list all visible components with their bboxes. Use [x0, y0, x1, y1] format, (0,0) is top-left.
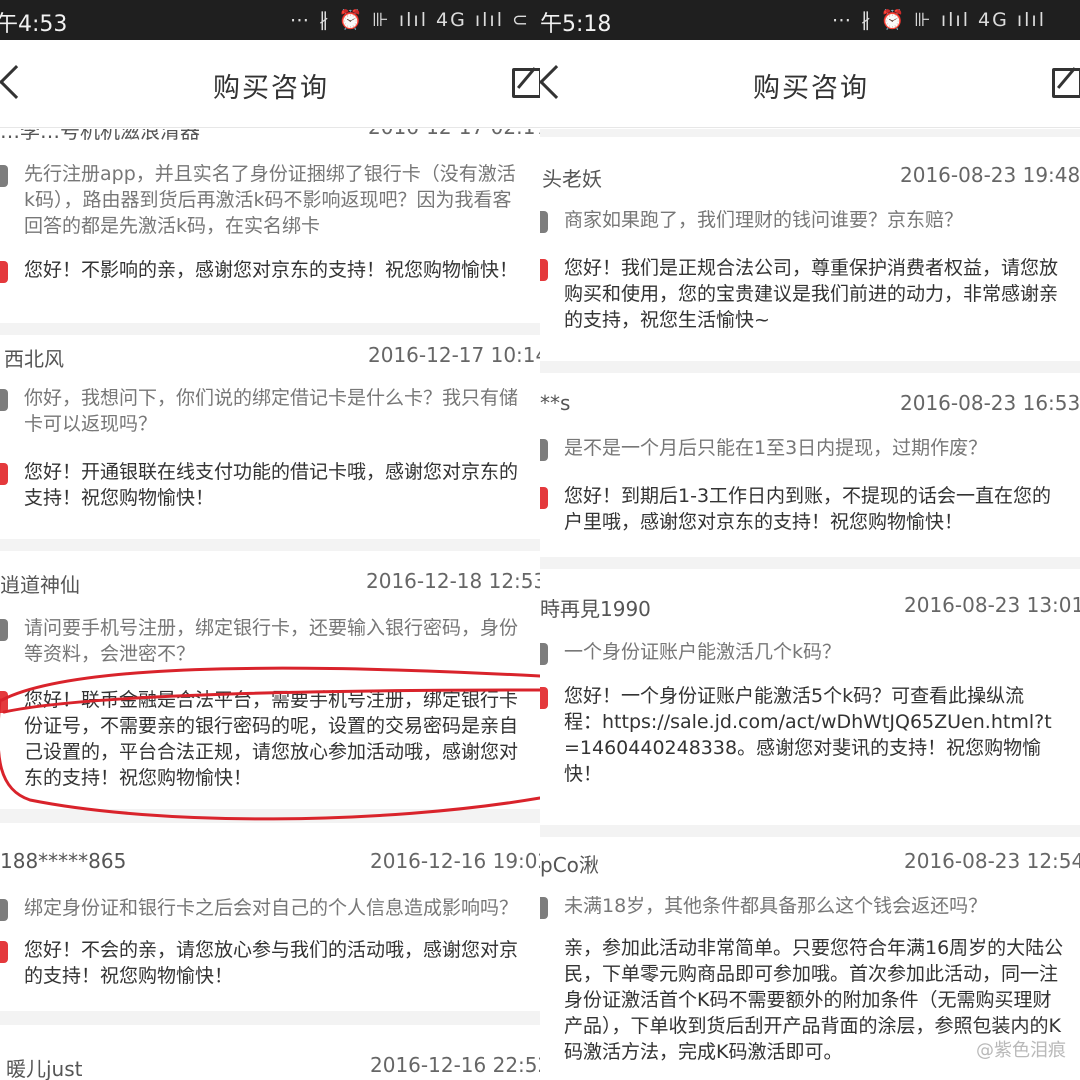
question-text: 先行注册app，并且实名了身份证捆绑了银行卡（没有激活 k码），路由器到货后再激…: [24, 163, 516, 237]
status-icons: ⋯ ∦ ⏰ ⊪ ılıl 4G ılıl ⊂: [290, 9, 530, 31]
entry-user: 头老妖: [542, 167, 602, 191]
entry-user: 暖儿just: [6, 1057, 83, 1080]
entry-date: 2016-08-23 12:54:: [904, 849, 1080, 873]
answer-text: 您好！联币金融是合法平台，需要手机号注册，绑定银行卡 份证号，不需要亲的银行密码…: [24, 689, 519, 789]
status-bar: 午5:18 ⋯ ∦ ⏰ ⊪ ılıl 4G ılıl: [540, 0, 1080, 40]
entry-date: 2016-12-17 02:17:: [368, 129, 540, 139]
question-text: 绑定身份证和银行卡之后会对自己的个人信息造成影响吗？: [24, 897, 519, 919]
status-time: 午4:53: [0, 12, 68, 37]
watermark: @紫色泪痕: [976, 1040, 1066, 1061]
entry-date: 2016-12-18 12:53:: [366, 569, 540, 593]
question-text: 未满18岁，其他条件都具备那么这个钱会返还吗？: [564, 895, 988, 917]
status-bar: 午4:53 ⋯ ∦ ⏰ ⊪ ılıl 4G ılıl ⊂: [0, 0, 540, 40]
page-title: 购买咨询: [753, 73, 869, 104]
list-item[interactable]: 時再見1990 2016-08-23 13:01: 一个身份证账户能激活几个k码…: [540, 569, 1080, 825]
question-icon: [0, 619, 8, 641]
answer-text: 您好！到期后1-3工作日内到账，不提现的话会一直在您的 户里哦，感谢您对京东的支…: [564, 485, 1052, 533]
question-icon: [0, 899, 8, 921]
screen-left: 午4:53 ⋯ ∦ ⏰ ⊪ ılıl 4G ılıl ⊂ 购买咨询 …李…号机机…: [0, 0, 540, 1080]
question-icon: [540, 211, 548, 233]
list-item[interactable]: 暖儿just 2016-12-16 22:52:: [0, 1025, 540, 1080]
answer-text: 您好！我们是正规合法公司，尊重保护消费者权益，请您放 购买和使用，您的宝贵建议是…: [564, 257, 1059, 331]
question-text: 商家如果跑了，我们理财的钱问谁要？京东赔？: [564, 209, 964, 231]
answer-icon: [540, 687, 548, 709]
list-item: …李…号机机滋浪清器 2016-12-17 02:17:: [0, 129, 540, 151]
answer-icon: [540, 259, 548, 281]
question-icon: [0, 165, 8, 187]
question-text: 一个身份证账户能激活几个k码？: [564, 641, 842, 663]
answer-text: 您好！开通银联在线支付功能的借记卡哦，感谢您对京东的 支持！祝您购物愉快！: [24, 461, 519, 509]
list-item[interactable]: **s 2016-08-23 16:53: 是不是一个月后只能在1至3日内提现，…: [540, 373, 1080, 557]
answer-icon: [0, 261, 8, 283]
entry-date: 2016-12-16 19:02:: [370, 849, 540, 873]
nav-bar: 购买咨询: [0, 40, 540, 128]
consultation-list[interactable]: 头老妖 2016-08-23 19:48: 商家如果跑了，我们理财的钱问谁要？京…: [540, 129, 1080, 1080]
answer-text: 您好！不影响的亲，感谢您对京东的支持！祝您购物愉快！: [24, 259, 519, 281]
entry-date: 2016-08-23 19:48:: [900, 163, 1080, 187]
entry-user: pCo湫: [540, 853, 599, 877]
answer-icon: [0, 691, 8, 713]
entry-user: 逍道神仙: [0, 573, 80, 597]
back-icon[interactable]: [0, 65, 33, 99]
consultation-list[interactable]: …李…号机机滋浪清器 2016-12-17 02:17: 先行注册app，并且实…: [0, 129, 540, 1080]
question-text: 你好，我想问下，你们说的绑定借记卡是什么卡？我只有储 卡可以返现吗？: [24, 387, 519, 435]
edit-icon[interactable]: [1052, 68, 1080, 98]
question-icon: [0, 389, 8, 411]
list-item[interactable]: 西北风 2016-12-17 10:14: 你好，我想问下，你们说的绑定借记卡是…: [0, 335, 540, 539]
entry-date: 2016-12-17 10:14:: [368, 343, 540, 367]
back-icon[interactable]: [540, 65, 573, 99]
nav-bar: 购买咨询: [540, 40, 1080, 128]
entry-date: 2016-08-23 16:53:: [900, 391, 1080, 415]
answer-text: 您好！不会的亲，请您放心参与我们的活动哦，感谢您对京 的支持！祝您购物愉快！: [24, 939, 519, 987]
list-item[interactable]: 头老妖 2016-08-23 19:48: 商家如果跑了，我们理财的钱问谁要？京…: [540, 137, 1080, 361]
entry-user: 時再見1990: [540, 597, 651, 621]
entry-user: **s: [540, 391, 571, 415]
page-title: 购买咨询: [213, 73, 329, 104]
question-text: 请问要手机号注册，绑定银行卡，还要输入银行密码，身份 等资料，会泄密不？: [24, 617, 519, 665]
status-icons: ⋯ ∦ ⏰ ⊪ ılıl 4G ılıl: [832, 9, 1046, 31]
status-time: 午5:18: [540, 12, 612, 37]
entry-user: …李…号机机滋浪清器: [0, 129, 200, 143]
entry-date: 2016-12-16 22:52:: [370, 1053, 540, 1077]
entry-user: 188*****865: [0, 849, 127, 873]
answer-icon: [0, 463, 8, 485]
list-item[interactable]: 先行注册app，并且实名了身份证捆绑了银行卡（没有激活 k码），路由器到货后再激…: [0, 151, 540, 323]
entry-user: 西北风: [4, 347, 64, 371]
answer-icon: [0, 941, 8, 963]
question-icon: [540, 897, 548, 919]
answer-icon: [540, 487, 548, 509]
list-item[interactable]: 188*****865 2016-12-16 19:02: 绑定身份证和银行卡之…: [0, 823, 540, 1011]
screen-right: 午5:18 ⋯ ∦ ⏰ ⊪ ılıl 4G ılıl 购买咨询 头老妖 2016…: [540, 0, 1080, 1080]
edit-icon[interactable]: [512, 68, 540, 98]
list-item[interactable]: 逍道神仙 2016-12-18 12:53: 请问要手机号注册，绑定银行卡，还要…: [0, 551, 540, 809]
question-icon: [540, 439, 548, 461]
entry-date: 2016-08-23 13:01:: [904, 593, 1080, 617]
question-text: 是不是一个月后只能在1至3日内提现，过期作废？: [564, 437, 988, 459]
question-icon: [540, 643, 548, 665]
answer-text: 您好！一个身份证账户能激活5个k码？可查看此操纵流 程：https://sale…: [564, 685, 1052, 785]
